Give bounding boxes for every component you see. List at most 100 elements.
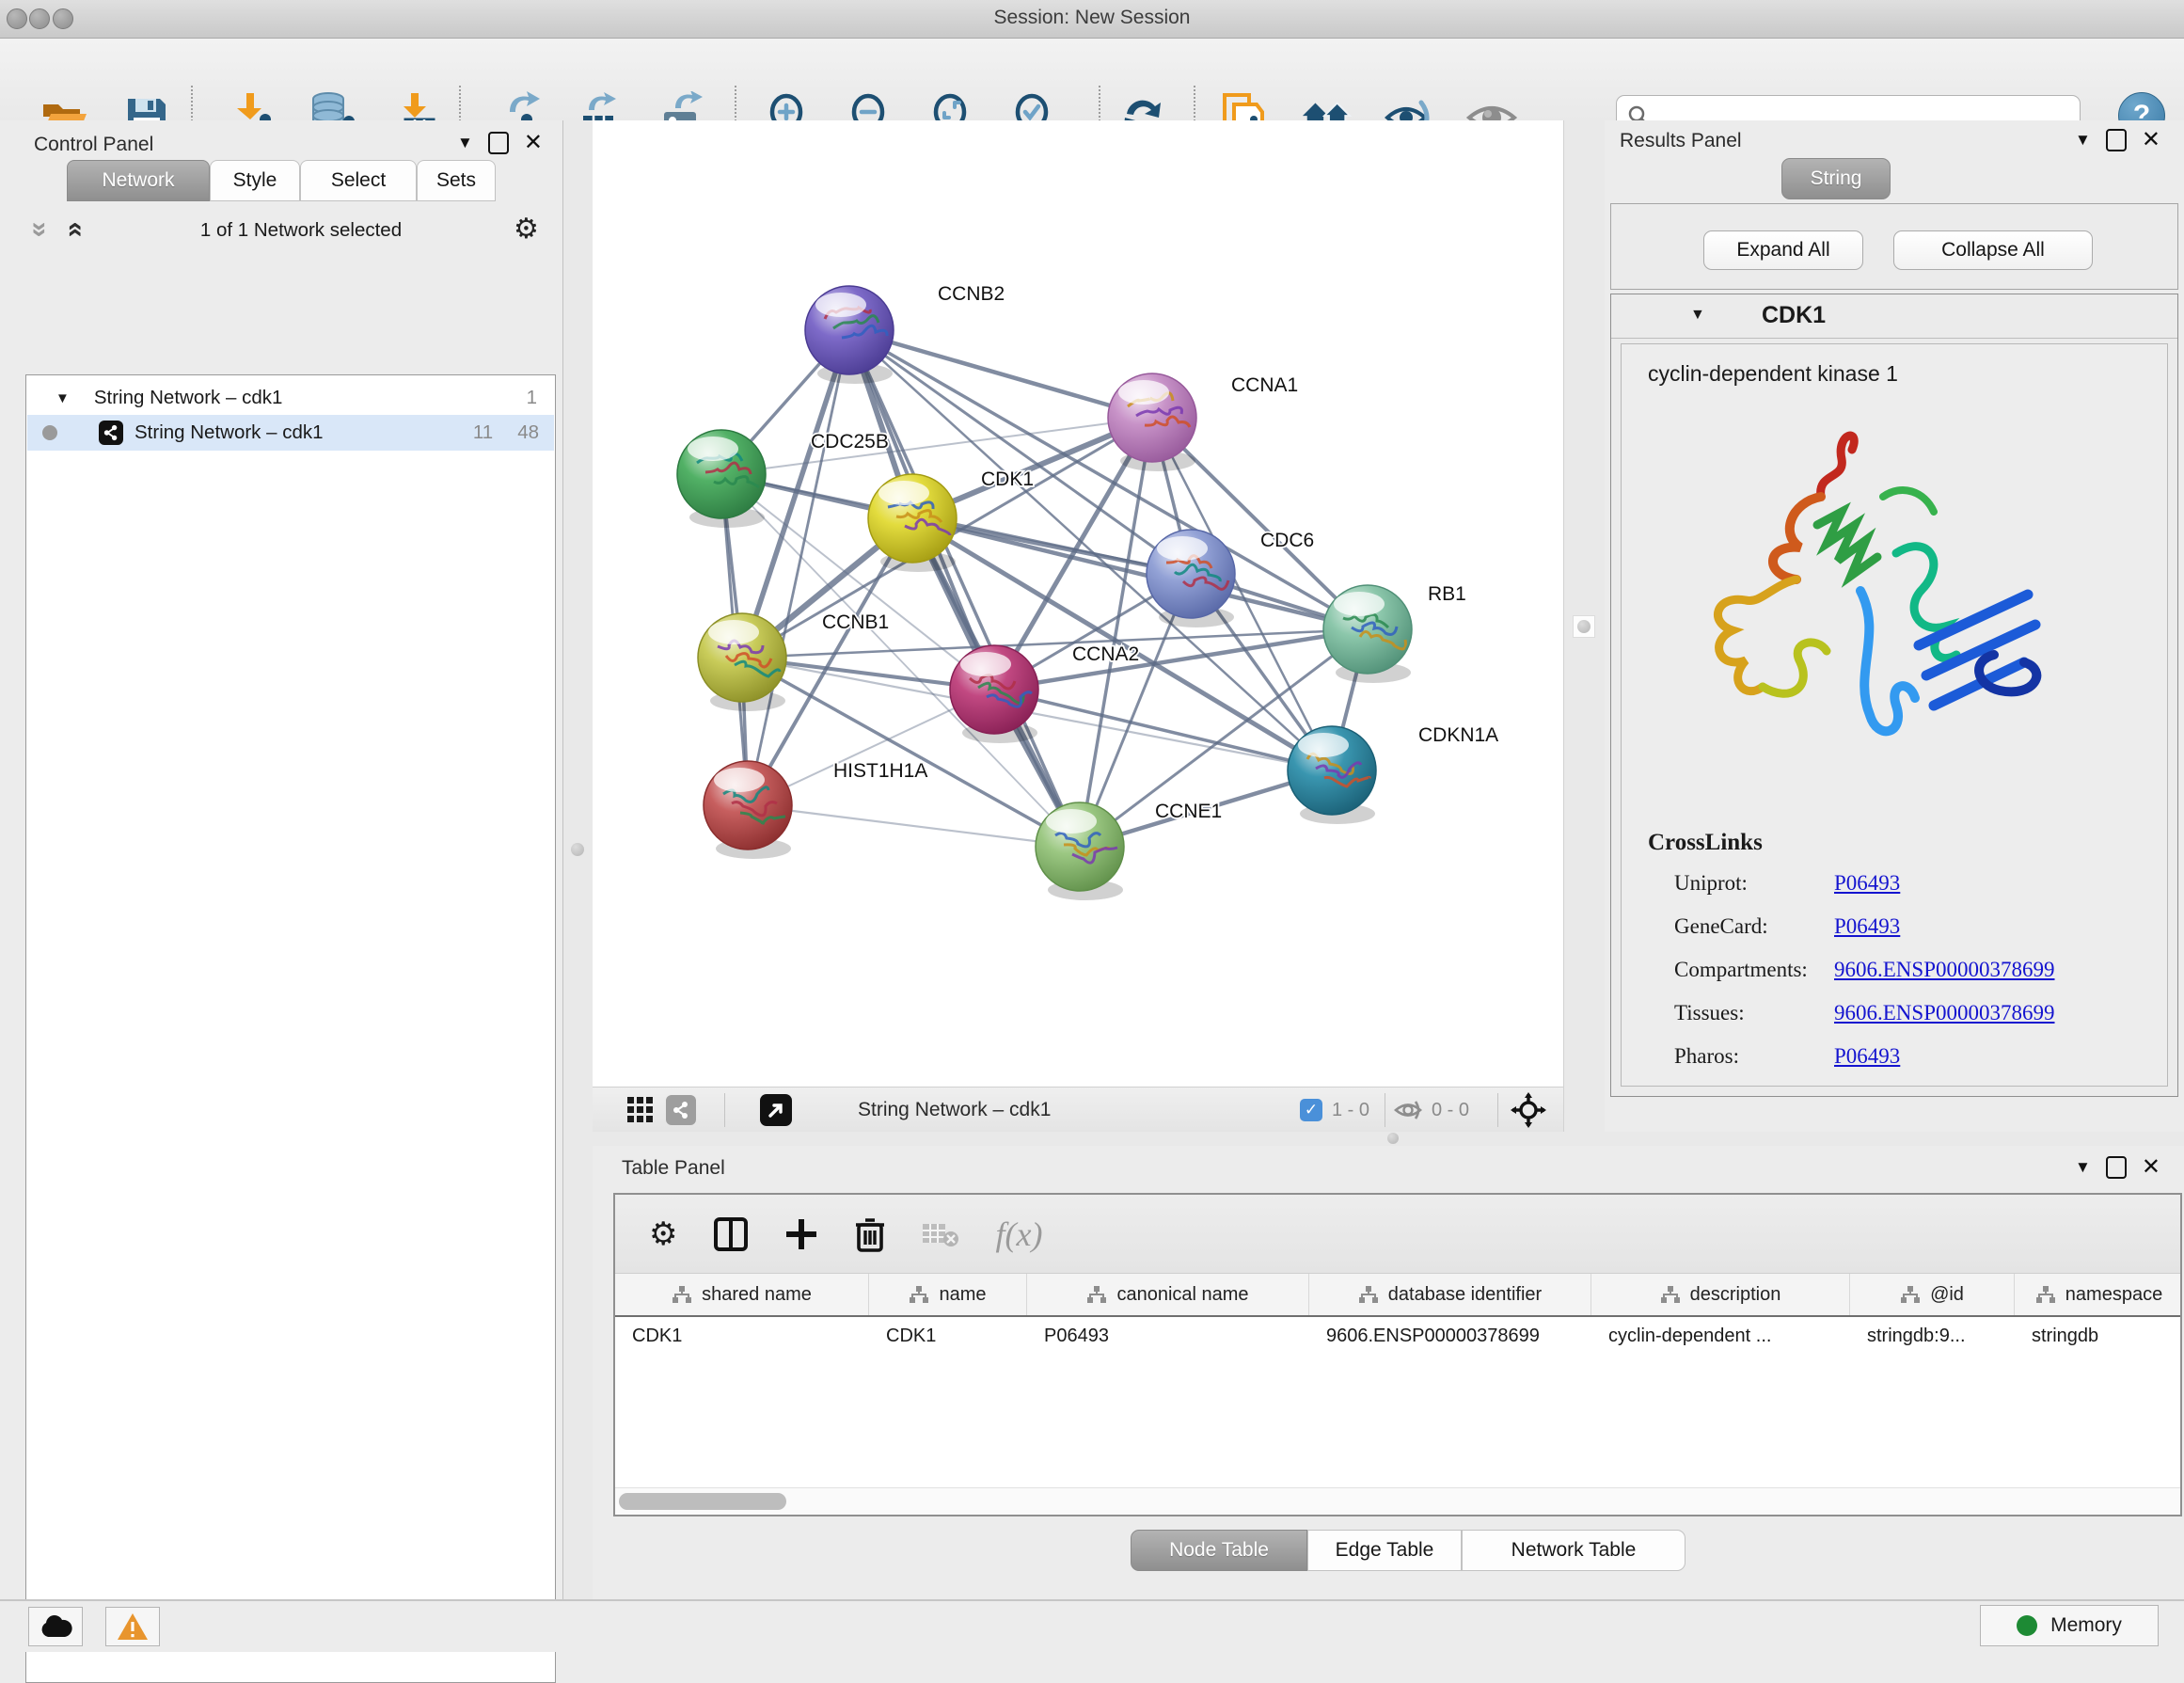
tab-node-table[interactable]: Node Table [1131, 1530, 1307, 1571]
close-panel-icon[interactable]: ✕ [2142, 1156, 2160, 1179]
network-row-selected[interactable]: String Network – cdk1 11 48 [27, 415, 554, 451]
network-node-RB1[interactable]: RB1 [1323, 583, 1466, 683]
show-columns-icon[interactable] [713, 1216, 749, 1252]
window-titlebar: Session: New Session [0, 0, 2184, 39]
table-row[interactable]: CDK1CDK1P064939606.ENSP00000378699cyclin… [615, 1317, 2180, 1355]
tab-network[interactable]: Network [67, 160, 210, 201]
panel-menu-icon[interactable]: ▼ [457, 134, 473, 152]
table-cell[interactable]: stringdb:9... [1850, 1317, 2015, 1355]
column-header-namespace[interactable]: namespace [2015, 1274, 2180, 1315]
status-bar: Memory [0, 1599, 2184, 1652]
add-column-icon[interactable] [784, 1217, 818, 1251]
network-node-CCNE1[interactable]: CCNE1 [1036, 801, 1222, 900]
divider-handle[interactable] [1387, 1133, 1399, 1144]
center-view-button[interactable] [1511, 1094, 1546, 1126]
crosshair-icon [1511, 1092, 1546, 1128]
tab-select[interactable]: Select [300, 160, 417, 201]
column-header-description[interactable]: description [1591, 1274, 1850, 1315]
network-edge[interactable] [748, 805, 1080, 847]
crosslink-link[interactable]: 9606.ENSP00000378699 [1834, 958, 2055, 982]
tab-sets[interactable]: Sets [417, 160, 496, 201]
selected-counts: 1 - 0 [1332, 1094, 1369, 1126]
delete-table-icon-disabled [922, 1220, 959, 1248]
node-count: 11 [473, 421, 493, 444]
network-node-CDC25B[interactable]: CDC25B [677, 430, 889, 528]
scrollbar-thumb[interactable] [619, 1493, 786, 1510]
right-panel-divider[interactable] [1563, 120, 1607, 1132]
horizontal-divider[interactable] [593, 1132, 2184, 1146]
column-header-label: @id [1930, 1284, 1964, 1306]
table-cell[interactable]: P06493 [1027, 1317, 1309, 1355]
collapse-gene-icon[interactable]: ▼ [1690, 307, 1705, 324]
column-header-shared-name[interactable]: shared name [615, 1274, 869, 1315]
column-type-icon [1358, 1285, 1379, 1304]
crosslink-link[interactable]: P06493 [1834, 871, 1900, 896]
gene-description: cyclin-dependent kinase 1 [1648, 361, 1898, 387]
table-cell[interactable]: CDK1 [615, 1317, 869, 1355]
tab-network-table[interactable]: Network Table [1462, 1530, 1685, 1571]
expand-all-button[interactable]: Expand All [1703, 230, 1863, 270]
crosslink-label: GeneCard: [1674, 914, 1768, 938]
table-options-gear-icon[interactable]: ⚙ [649, 1215, 677, 1253]
column-header-database-identifier[interactable]: database identifier [1309, 1274, 1591, 1315]
tab-edge-table[interactable]: Edge Table [1307, 1530, 1462, 1571]
memory-button[interactable]: Memory [1980, 1605, 2159, 1646]
float-panel-icon[interactable] [2106, 1156, 2127, 1179]
hidden-eye-icon[interactable] [1394, 1094, 1422, 1126]
birdseye-grid-button[interactable] [626, 1094, 655, 1126]
column-type-icon [672, 1285, 692, 1304]
column-header-name[interactable]: name [869, 1274, 1027, 1315]
expand-all-networks-icon[interactable]: » [64, 222, 83, 238]
warnings-button[interactable] [105, 1607, 160, 1646]
detach-view-button[interactable] [760, 1094, 792, 1126]
network-options-gear-icon[interactable]: ⚙ [514, 213, 539, 246]
network-collection-row[interactable]: ▼ String Network – cdk1 1 [27, 381, 554, 415]
network-node-CCNA1[interactable]: CCNA1 [1108, 373, 1298, 471]
crosslink-row: Pharos: P06493 [1674, 1044, 1739, 1069]
table-cell[interactable]: cyclin-dependent ... [1591, 1317, 1850, 1355]
divider-handle[interactable] [571, 843, 584, 856]
network-canvas[interactable]: CCNB2CCNA1CDC25BCDK1CDC6RB1CCNB1CCNA2CDK… [593, 120, 1563, 1087]
table-horizontal-scrollbar[interactable] [615, 1487, 2180, 1515]
divider-handle[interactable] [1577, 620, 1591, 633]
crosslink-link[interactable]: 9606.ENSP00000378699 [1834, 1001, 2055, 1025]
string-view-button[interactable] [666, 1094, 696, 1126]
network-edge[interactable] [748, 330, 849, 805]
float-panel-icon[interactable] [488, 132, 509, 154]
selected-checkbox-icon[interactable]: ✓ [1300, 1094, 1322, 1126]
table-cell[interactable]: CDK1 [869, 1317, 1027, 1355]
results-panel-title: Results Panel [1620, 130, 1742, 152]
network-edge[interactable] [849, 330, 1152, 418]
crosslink-label: Tissues: [1674, 1001, 1745, 1024]
column-header-canonical-name[interactable]: canonical name [1027, 1274, 1309, 1315]
main-toolbar: ? [0, 39, 2184, 121]
close-panel-icon[interactable]: ✕ [2142, 129, 2160, 151]
table-cell[interactable]: stringdb [2015, 1317, 2180, 1355]
tab-string[interactable]: String [1781, 158, 1891, 199]
tree-expand-icon[interactable]: ▼ [55, 390, 70, 406]
delete-column-icon[interactable] [854, 1215, 886, 1253]
network-node-CDC6[interactable]: CDC6 [1147, 530, 1314, 627]
network-node-CDKN1A[interactable]: CDKN1A [1288, 724, 1498, 824]
column-header--id[interactable]: @id [1850, 1274, 2015, 1315]
collapse-all-networks-icon[interactable]: » [30, 222, 49, 238]
node-label-RB1: RB1 [1428, 583, 1466, 605]
cloud-status-button[interactable] [28, 1607, 83, 1646]
network-name: String Network – cdk1 [135, 421, 324, 444]
left-panel-divider[interactable] [562, 120, 594, 1599]
collapse-all-button[interactable]: Collapse All [1893, 230, 2093, 270]
table-cell[interactable]: 9606.ENSP00000378699 [1309, 1317, 1591, 1355]
network-node-HIST1H1A[interactable]: HIST1H1A [704, 760, 927, 859]
network-list: ▼ String Network – cdk1 1 String Network… [25, 374, 556, 1683]
column-type-icon [1660, 1285, 1681, 1304]
crosslink-link[interactable]: P06493 [1834, 914, 1900, 939]
hidden-counts: 0 - 0 [1432, 1094, 1469, 1126]
panel-menu-icon[interactable]: ▼ [2075, 131, 2091, 150]
node-label-CDC6: CDC6 [1260, 530, 1314, 551]
float-panel-icon[interactable] [2106, 129, 2127, 151]
panel-menu-icon[interactable]: ▼ [2075, 1158, 2091, 1177]
tab-style[interactable]: Style [210, 160, 300, 201]
divider-handle-box[interactable] [1573, 615, 1595, 638]
close-panel-icon[interactable]: ✕ [524, 132, 543, 154]
crosslink-link[interactable]: P06493 [1834, 1044, 1900, 1069]
